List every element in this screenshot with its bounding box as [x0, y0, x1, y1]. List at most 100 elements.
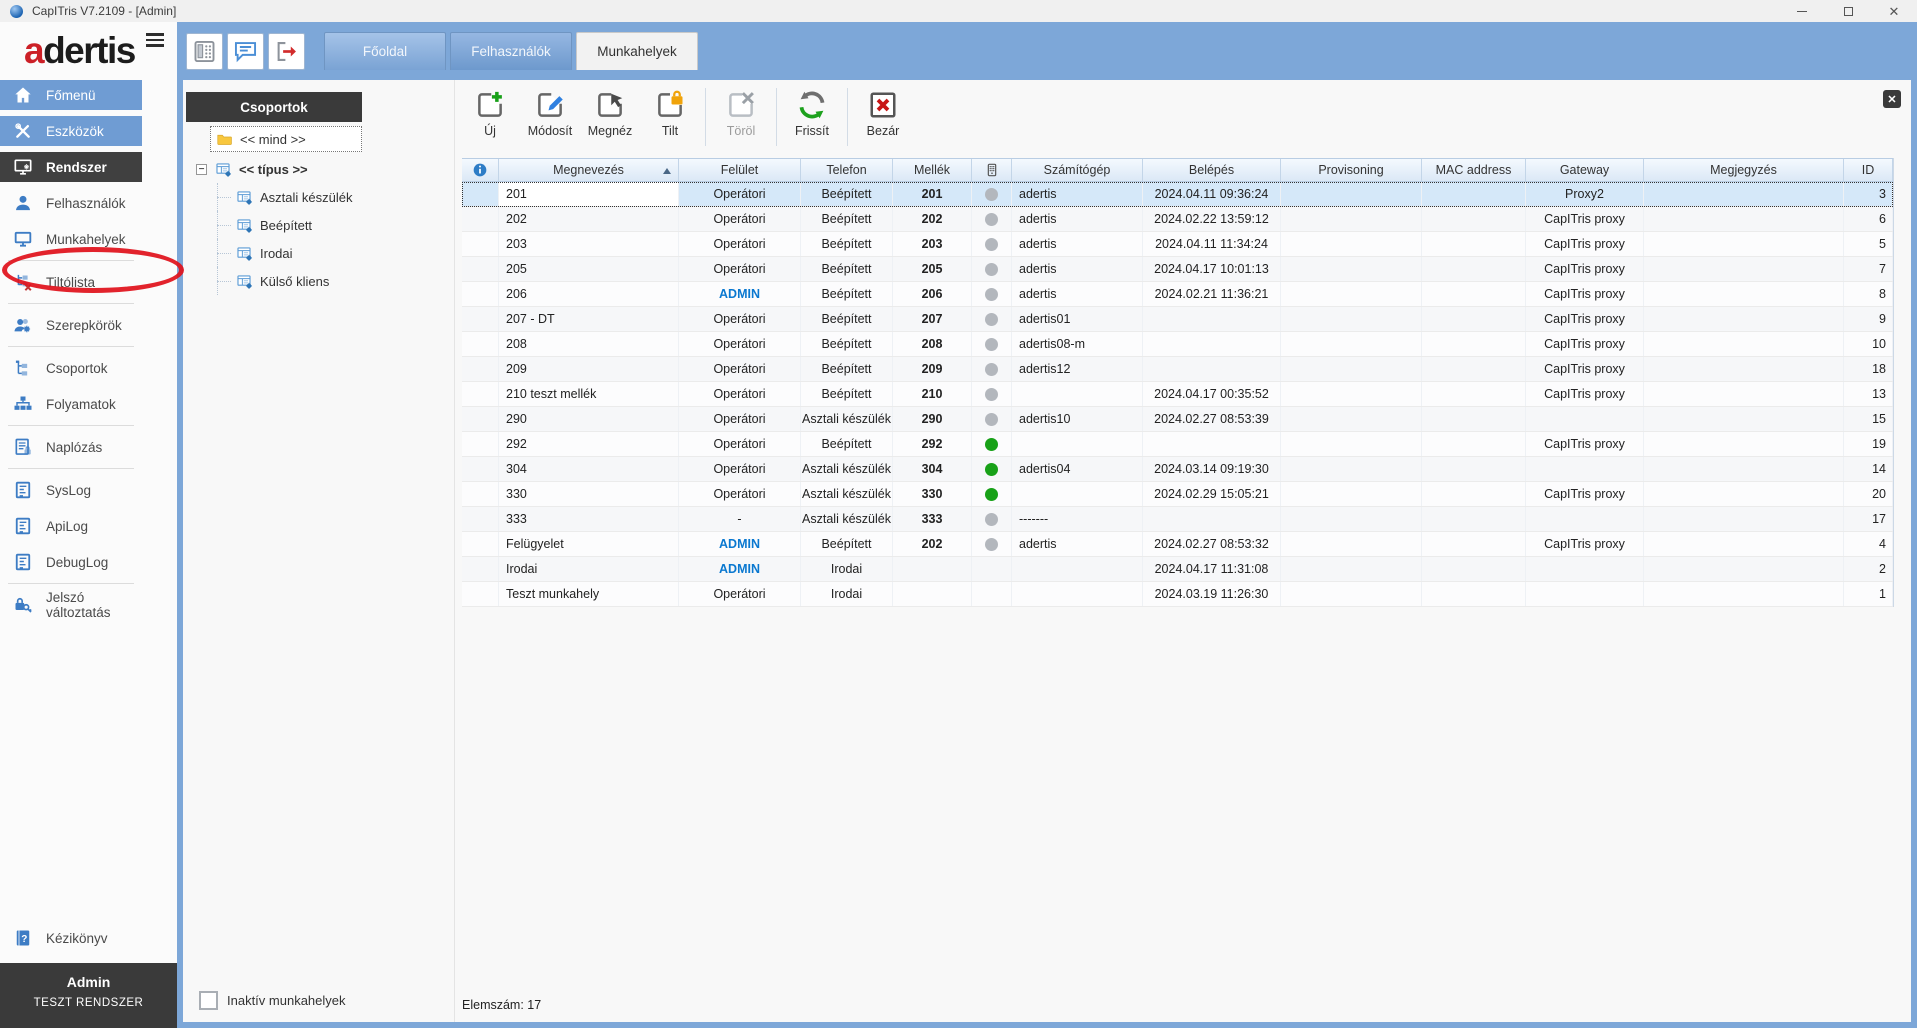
sidebar-item-munkahelyek[interactable]: Munkahelyek [0, 224, 142, 254]
collapse-expander-icon[interactable]: − [196, 163, 207, 175]
column-header-provisoning[interactable]: Provisoning [1281, 159, 1422, 181]
sidebar-item-jelszo[interactable]: Jelszó változtatás [0, 590, 142, 620]
column-header-megjegyzes[interactable]: Megjegyzés [1644, 159, 1844, 181]
tab-fooldal[interactable]: Főoldal [324, 32, 446, 70]
cell-felulet: ADMIN [679, 532, 801, 556]
column-header-info[interactable] [462, 159, 499, 181]
cell-value: - [737, 512, 742, 526]
table-row[interactable]: 304 Operátori Asztali készülék 304 adertis04… [462, 457, 1893, 482]
cell-value: adertis [1019, 262, 1057, 276]
cell-value: 2024.02.29 15:05:21 [1154, 487, 1269, 501]
cell-value: Beépített [821, 337, 872, 351]
cell-value: 290 [921, 412, 943, 426]
cell-megnevezes: 208 [499, 332, 679, 356]
tilt-button[interactable]: Tilt [640, 86, 700, 138]
tree-node-beepitett[interactable]: Beépített [186, 211, 426, 239]
torol-button[interactable]: Töröl [711, 86, 771, 138]
hamburger-menu-icon[interactable] [146, 33, 164, 50]
cell-id: 4 [1844, 532, 1893, 556]
table-row[interactable]: 202 Operátori Beépített 202 adertis 2024.02.2… [462, 207, 1893, 232]
sidebar-item-folyamatok[interactable]: Folyamatok [0, 389, 142, 419]
sidebar-item-eszkozok[interactable]: Eszközök [0, 116, 142, 146]
cell-value: Operátori [713, 362, 766, 376]
column-header-mellek[interactable]: Mellék [893, 159, 972, 181]
cell-id: 6 [1844, 207, 1893, 231]
sidebar-item-tiltolista[interactable]: Tiltólista [0, 267, 142, 297]
cell-mac [1422, 582, 1526, 606]
cell-value: 205 [921, 262, 943, 276]
cell-value: Beépített [821, 387, 872, 401]
cell-info [462, 307, 499, 331]
tree-node-tipus[interactable]: − << típus >> [186, 155, 426, 183]
sidebar-item-felhasznalok[interactable]: Felhasználók [0, 188, 142, 218]
cell-szamitogep: adertis10 [1012, 407, 1143, 431]
tree-node-label: << mind >> [240, 131, 306, 147]
sidebar-item-syslog[interactable]: SysLog [0, 475, 142, 505]
cell-info [462, 482, 499, 506]
table-row[interactable]: Teszt munkahely Operátori Irodai 2024.03.19… [462, 582, 1893, 607]
table-row[interactable]: 201 Operátori Beépített 201 adertis 2024.04.1… [462, 182, 1893, 207]
column-header-status[interactable] [972, 159, 1012, 181]
column-header-szamitogep[interactable]: Számítógép [1012, 159, 1143, 181]
sidebar-item-kezikonyv[interactable]: Kézikönyv [0, 923, 142, 953]
sidebar-item-naplozas[interactable]: Naplózás [0, 432, 142, 462]
minimize-button[interactable] [1779, 0, 1825, 22]
frissit-button[interactable]: Frissít [782, 86, 842, 138]
cell-value: 2024.03.19 11:26:30 [1154, 587, 1269, 601]
panel-close-button[interactable]: ✕ [1883, 90, 1901, 108]
column-header-gateway[interactable]: Gateway [1526, 159, 1644, 181]
modosit-button[interactable]: Módosít [520, 86, 580, 138]
sidebar-item-fomenu[interactable]: Főmenü [0, 80, 142, 110]
column-header-belepes[interactable]: Belépés [1143, 159, 1281, 181]
phone-panel-button[interactable] [186, 33, 223, 70]
cell-status [972, 232, 1012, 256]
table-row[interactable]: 290 Operátori Asztali készülék 290 adertis10… [462, 407, 1893, 432]
cell-info [462, 557, 499, 581]
tree-node-asztali-keszulek[interactable]: Asztali készülék [186, 183, 426, 211]
inactive-workstations-checkbox[interactable] [199, 991, 218, 1010]
column-header-id[interactable]: ID [1844, 159, 1893, 181]
bezar-button[interactable]: Bezár [853, 86, 913, 138]
sidebar-item-rendszer[interactable]: Rendszer [0, 152, 142, 182]
table-row[interactable]: 209 Operátori Beépített 209 adertis12 CapITri… [462, 357, 1893, 382]
table-row[interactable]: 205 Operátori Beépített 205 adertis 2024.04.1… [462, 257, 1893, 282]
cell-status [972, 532, 1012, 556]
table-row[interactable]: 208 Operátori Beépített 208 adertis08-m CapIT… [462, 332, 1893, 357]
table-row[interactable]: 330 Operátori Asztali készülék 330 2024.02.2… [462, 482, 1893, 507]
table-row[interactable]: 292 Operátori Beépített 292 CapITris proxy 19 [462, 432, 1893, 457]
column-header-felulet[interactable]: Felület [679, 159, 801, 181]
cell-value: 15 [1872, 412, 1886, 426]
messages-button[interactable] [227, 33, 264, 70]
exit-button[interactable] [268, 33, 305, 70]
sidebar-item-debuglog[interactable]: DebugLog [0, 547, 142, 577]
tree-node-label: Irodai [260, 245, 293, 261]
cell-mellek: 333 [893, 507, 972, 531]
group-node-icon [215, 161, 232, 178]
tree-node-irodai[interactable]: Irodai [186, 239, 426, 267]
column-header-megnevezes[interactable]: Megnevezés [499, 159, 679, 181]
megnez-button[interactable]: Megnéz [580, 86, 640, 138]
table-row[interactable]: 203 Operátori Beépített 203 adertis 2024.04.1… [462, 232, 1893, 257]
table-row[interactable]: Felügyelet ADMIN Beépített 202 adertis 2024.0… [462, 532, 1893, 557]
sidebar-item-csoportok[interactable]: Csoportok [0, 353, 142, 383]
column-header-telefon[interactable]: Telefon [801, 159, 893, 181]
sidebar-item-apilog[interactable]: ApiLog [0, 511, 142, 541]
cell-value: 20 [1872, 487, 1886, 501]
close-button[interactable]: ✕ [1871, 0, 1917, 22]
column-header-mac[interactable]: MAC address [1422, 159, 1526, 181]
tree-node-mind[interactable]: << mind >> [210, 126, 362, 152]
table-row[interactable]: Irodai ADMIN Irodai 2024.04.17 11:31:08 2 [462, 557, 1893, 582]
cell-megjegyzes [1644, 507, 1844, 531]
table-row[interactable]: 333 - Asztali készülék 333 ------- 17 [462, 507, 1893, 532]
uj-button[interactable]: Új [460, 86, 520, 138]
cell-status [972, 407, 1012, 431]
table-row[interactable]: 206 ADMIN Beépített 206 adertis 2024.02.21 11… [462, 282, 1893, 307]
tab-felhasznalok[interactable]: Felhasználók [450, 32, 572, 70]
tab-munkahelyek[interactable]: Munkahelyek [576, 32, 698, 70]
tree-node-kulso-kliens[interactable]: Külső kliens [186, 267, 426, 295]
table-row[interactable]: 210 teszt mellék Operátori Beépített 210 202… [462, 382, 1893, 407]
maximize-button[interactable] [1825, 0, 1871, 22]
table-row[interactable]: 207 - DT Operátori Beépített 207 adertis01 Ca… [462, 307, 1893, 332]
sidebar-separator [8, 260, 134, 261]
sidebar-item-szerepkorok[interactable]: Szerepkörök [0, 310, 142, 340]
